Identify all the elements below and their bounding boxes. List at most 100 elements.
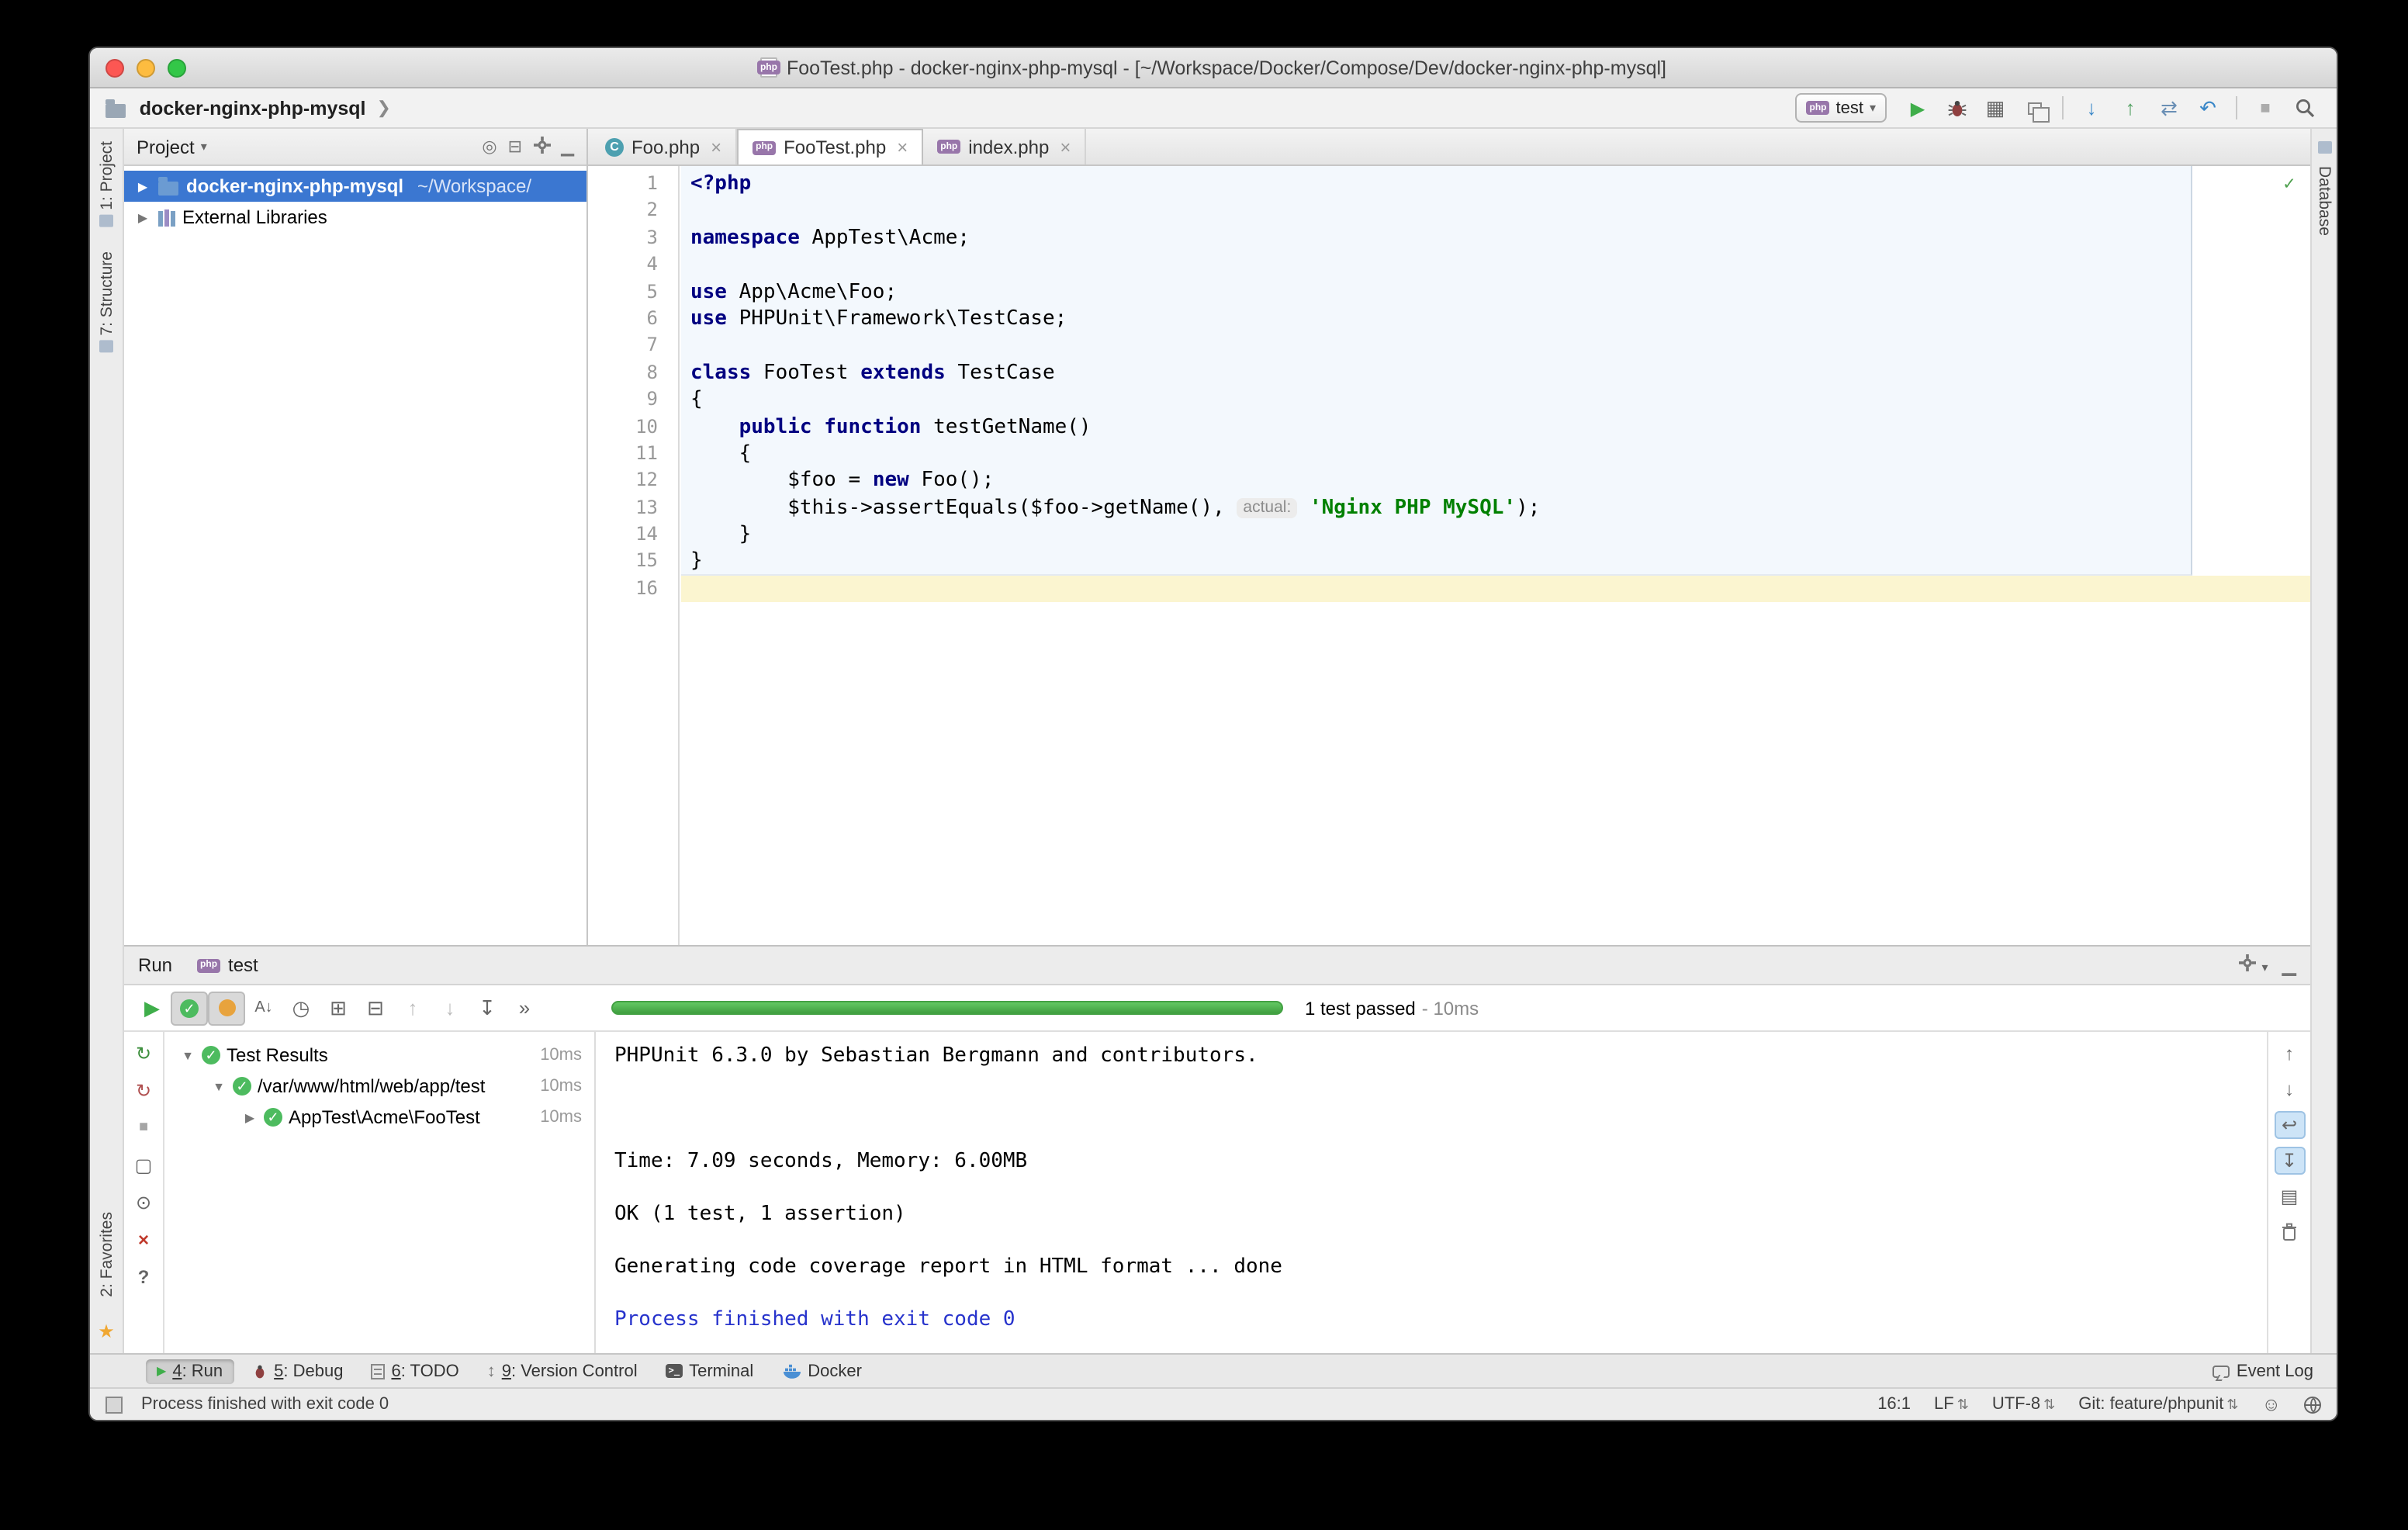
zoom-window-button[interactable]	[168, 59, 186, 78]
toolwindow-button-debug[interactable]: 5: Debug	[240, 1359, 354, 1383]
code-text[interactable]: <?phpnamespace AppTest\Acme;use App\Acme…	[681, 166, 2310, 603]
rerun-tests-button[interactable]: ▶	[133, 991, 171, 1025]
code-line[interactable]: $foo = new Foo();	[690, 468, 2310, 495]
code-line[interactable]: class FooTest extends TestCase	[690, 359, 2310, 386]
scroll-down-icon[interactable]: ↓	[2274, 1075, 2305, 1103]
tool-button-database[interactable]: Database	[2315, 166, 2334, 236]
expand-arrow-icon[interactable]: ▶	[135, 210, 150, 224]
code-line[interactable]: public function testGetName()	[690, 414, 2310, 441]
breadcrumb[interactable]: docker-nginx-php-mysql	[140, 97, 366, 119]
code-line[interactable]: {	[690, 441, 2310, 468]
sort-by-duration-button[interactable]: ◷	[282, 991, 320, 1025]
encoding-widget[interactable]: UTF-8⇅	[1992, 1395, 2055, 1414]
rerun-icon[interactable]: ↻	[128, 1040, 159, 1066]
collapse-arrow-icon[interactable]: ▼	[211, 1079, 227, 1093]
toolwindow-switcher-icon[interactable]	[106, 1396, 123, 1413]
help-icon[interactable]: ?	[128, 1263, 159, 1289]
close-tab-icon[interactable]: ×	[897, 137, 908, 158]
pin-tab-icon[interactable]: ⊙	[128, 1189, 159, 1215]
project-tree-row-root[interactable]: ▶ docker-nginx-php-mysql ~/Workspace/	[124, 171, 586, 202]
close-tab-icon[interactable]: ×	[1060, 136, 1071, 158]
coverage-report-button[interactable]	[2017, 92, 2051, 123]
tab-foo-php[interactable]: C Foo.php ×	[591, 129, 737, 164]
globe-icon[interactable]	[2304, 1396, 2321, 1413]
vcs-commit-button[interactable]: ↑	[2113, 92, 2147, 123]
star-icon[interactable]: ★	[98, 1322, 115, 1341]
console-output[interactable]: PHPUnit 6.3.0 by Sebastian Bergmann and …	[596, 1032, 2267, 1353]
expand-all-button[interactable]: ⊞	[320, 991, 357, 1025]
hide-panel-icon[interactable]: ▁	[2282, 954, 2296, 976]
tab-index-php[interactable]: php index.php ×	[923, 129, 1086, 164]
locate-file-icon[interactable]: ◎	[482, 137, 496, 157]
clear-all-icon[interactable]	[2274, 1218, 2305, 1246]
sort-alphabetically-button[interactable]: A↓	[245, 991, 282, 1025]
tool-button-project[interactable]: 1: Project	[97, 141, 116, 227]
vcs-update-button[interactable]: ↓	[2074, 92, 2109, 123]
editor-gutter[interactable]: 12345678910111213141516	[588, 166, 680, 945]
code-line[interactable]	[690, 251, 2310, 279]
code-line[interactable]	[690, 198, 2310, 225]
line-separator-widget[interactable]: LF⇅	[1934, 1395, 1969, 1414]
more-options-button[interactable]: »	[506, 991, 543, 1025]
code-editor[interactable]: 12345678910111213141516 <?php namespace A…	[588, 166, 2310, 945]
soft-wrap-toggle[interactable]: ↩	[2274, 1111, 2305, 1139]
rerun-failed-tests-icon[interactable]: ↻	[128, 1077, 159, 1103]
search-everywhere-button[interactable]	[2287, 92, 2321, 123]
run-with-coverage-button[interactable]: ▦	[1978, 92, 2012, 123]
inspection-status-icon[interactable]: ✓	[2284, 172, 2295, 194]
test-tree-row[interactable]: ▼ ✓ Test Results 10ms	[164, 1040, 594, 1071]
stop-button[interactable]: ■	[2248, 92, 2282, 123]
restore-layout-icon[interactable]: ▢	[128, 1151, 159, 1178]
close-tab-icon[interactable]: ×	[711, 136, 721, 158]
scroll-to-end-toggle[interactable]: ↧	[2274, 1147, 2305, 1175]
scroll-up-icon[interactable]: ↑	[2274, 1040, 2305, 1068]
code-line[interactable]: }	[690, 549, 2310, 576]
hide-panel-icon[interactable]: ▁	[561, 137, 574, 157]
code-line[interactable]: {	[690, 386, 2310, 414]
close-window-button[interactable]	[106, 59, 124, 78]
toolwindow-button-todo[interactable]: 6: TODO	[360, 1359, 469, 1383]
previous-failed-test-button[interactable]: ↑	[394, 991, 431, 1025]
close-tool-window-icon[interactable]: ×	[128, 1226, 159, 1252]
code-line[interactable]: <?php	[690, 171, 2310, 198]
gear-icon[interactable]: ▾	[2240, 954, 2268, 976]
next-failed-test-button[interactable]: ↓	[431, 991, 469, 1025]
code-line[interactable]: use PHPUnit\Framework\TestCase;	[690, 306, 2310, 333]
project-tree-row-external-libraries[interactable]: ▶ External Libraries	[124, 202, 586, 233]
collapse-arrow-icon[interactable]: ▼	[180, 1048, 195, 1062]
test-tree-row[interactable]: ▼ ✓ /var/www/html/web/app/test 10ms	[164, 1071, 594, 1102]
code-line[interactable]: namespace AppTest\Acme;	[690, 225, 2310, 252]
collapse-all-icon[interactable]: ⊟	[508, 137, 522, 157]
caret-position-widget[interactable]: 16:1	[1877, 1395, 1911, 1414]
project-view-select[interactable]: Project	[137, 136, 195, 158]
run-tab-test[interactable]: php test	[188, 951, 268, 979]
code-line[interactable]: $this->assertEquals($foo->getName(), act…	[690, 494, 2310, 521]
vcs-compare-button[interactable]: ⇄	[2152, 92, 2186, 123]
toolwindow-button-event-log[interactable]: Event Log	[2202, 1359, 2324, 1383]
run-button[interactable]: ▶	[1901, 92, 1935, 123]
git-branch-widget[interactable]: Git: feature/phpunit⇅	[2078, 1395, 2238, 1414]
export-test-results-button[interactable]: ↧	[469, 991, 506, 1025]
window-titlebar[interactable]: php FooTest.php - docker-nginx-php-mysql…	[90, 48, 2337, 88]
expand-arrow-icon[interactable]: ▶	[135, 179, 150, 193]
print-icon[interactable]: ▤	[2274, 1182, 2305, 1210]
tool-button-structure[interactable]: 7: Structure	[97, 252, 116, 353]
toolwindow-button-terminal[interactable]: >_ Terminal	[655, 1359, 765, 1383]
rollback-button[interactable]: ↶	[2191, 92, 2225, 123]
expand-arrow-icon[interactable]: ▶	[242, 1110, 258, 1124]
stop-icon[interactable]: ■	[128, 1114, 159, 1141]
show-passed-toggle[interactable]: ✓	[171, 991, 208, 1025]
toolwindow-button-docker[interactable]: Docker	[770, 1359, 873, 1383]
toolwindow-button-version-control[interactable]: ↕ 9: Version Control	[476, 1359, 649, 1383]
hector-inspections-icon[interactable]: ☺	[2261, 1393, 2281, 1415]
tool-button-favorites[interactable]: 2: Favorites	[97, 1212, 116, 1297]
run-config-select[interactable]: php test ▾	[1796, 93, 1887, 123]
code-line[interactable]	[690, 333, 2310, 360]
gear-icon[interactable]	[533, 136, 550, 158]
minimize-window-button[interactable]	[137, 59, 155, 78]
show-ignored-toggle[interactable]	[208, 991, 245, 1025]
tab-footest-php[interactable]: php FooTest.php ×	[737, 129, 923, 164]
code-line[interactable]: }	[690, 521, 2310, 549]
toolwindow-button-run[interactable]: ▶ 4: Run	[146, 1359, 234, 1383]
test-tree-row[interactable]: ▶ ✓ AppTest\Acme\FooTest 10ms	[164, 1102, 594, 1133]
